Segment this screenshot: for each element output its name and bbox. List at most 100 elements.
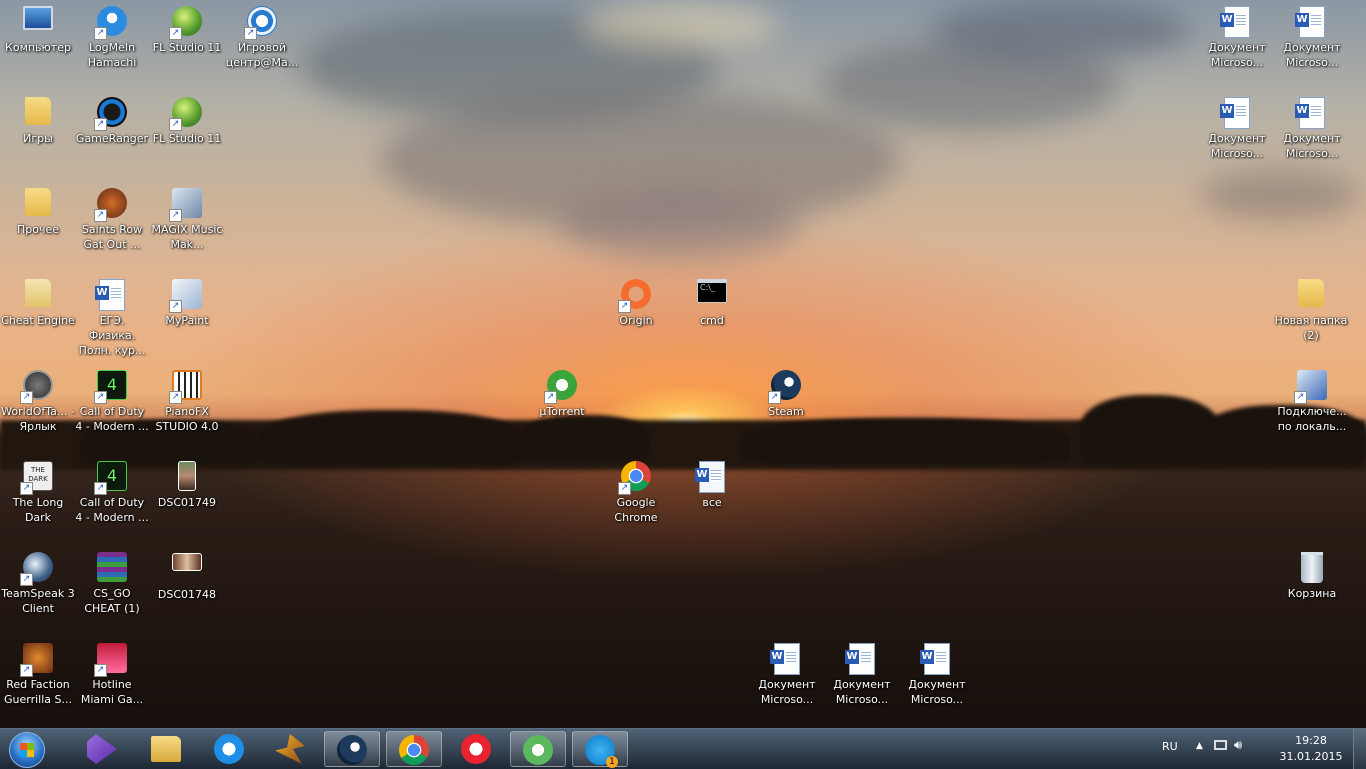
taskbar-internet-explorer[interactable] [201,731,257,767]
desktop-icon-word-doc[interactable]: Документ Microso... [824,637,900,707]
desktop-icon-the-long-dark[interactable]: THE DARK ↗ The Long Dark [0,455,76,525]
desktop-icon-saints-row[interactable]: ↗ Saints Row Gat Out ... [74,182,150,252]
volume-tray-icon[interactable]: 🔊︎ [1234,738,1242,753]
desktop-icon-csgo-cheat[interactable]: CS_GO CHEAT (1) [74,546,150,616]
desktop-icon-fl-studio-1[interactable]: ↗ FL Studio 11 [149,0,225,55]
desktop-icon-games-folder[interactable]: Игры [0,91,76,146]
desktop-icon-cmd[interactable]: C:\_ cmd [674,273,750,328]
icon-label: Прочее [16,223,60,236]
word-doc-icon [95,279,128,311]
magix-icon: ↗ [169,188,203,222]
taskbar-winamp[interactable] [262,731,318,767]
icon-label: MyPaint [165,314,209,327]
word-doc-icon [1295,6,1328,38]
skype-notification-badge: 1 [606,756,618,768]
desktop-icon-origin[interactable]: ↗ Origin [598,273,674,328]
taskbar-utorrent[interactable] [510,731,566,767]
cloud-decoration [930,0,1190,60]
show-desktop-button[interactable] [1353,729,1366,769]
icon-label: Подключе... по локаль... [1277,405,1347,433]
desktop-icon-pianofx[interactable]: ↗ PianoFX STUDIO 4.0 [149,364,225,434]
taskbar-steam[interactable] [324,731,380,767]
desktop-icon-word-doc[interactable]: Документ Microso... [1199,0,1275,70]
fl-studio-icon: ↗ [169,97,203,131]
icon-label: FL Studio 11 [152,41,222,54]
taskbar-chrome[interactable] [386,731,442,767]
icon-label: все [702,496,722,509]
desktop-icon-dsc01749[interactable]: DSC01749 [149,455,225,510]
explorer-icon [151,736,181,762]
icon-label: The Long Dark [12,496,64,524]
pianofx-icon: ↗ [169,370,203,404]
icon-label: cmd [700,314,724,327]
desktop-icon-word-doc[interactable]: Документ Microso... [1274,91,1350,161]
show-hidden-icons-button[interactable]: ▲ [1196,741,1203,751]
icon-label: Новая папка (2) [1274,314,1348,342]
winamp-icon [275,734,305,764]
icon-label: DSC01748 [157,588,217,601]
clock-time[interactable]: 19:28 [1281,734,1341,747]
desktop-icon-other-folder[interactable]: Прочее [0,182,76,237]
desktop-icon-ege-physics[interactable]: ЕГЭ. Физика. Полн. кур... [74,273,150,358]
desktop-icon-word-doc[interactable]: Документ Microso... [1199,91,1275,161]
world-of-tanks-icon: ↗ [20,370,54,404]
word-doc-icon [1220,6,1253,38]
clock-date[interactable]: 31.01.2015 [1271,750,1351,763]
desktop-icon-game-center[interactable]: ↗ Игровой центр@Ма... [224,0,300,70]
desktop-icon-hotline-miami[interactable]: ↗ Hotline Miami Ga... [74,637,150,707]
icon-label: WorldOfTa... - Ярлык [1,405,75,433]
icon-label: FL Studio 11 [152,132,222,145]
desktop-icon-recycle-bin[interactable]: Корзина [1274,546,1350,601]
desktop-icon-mypaint[interactable]: ↗ MyPaint [149,273,225,328]
tree-decoration [520,415,650,460]
desktop-icon-utorrent[interactable]: ↗ µTorrent [524,364,600,419]
icon-label: Документ Microso... [1283,132,1341,160]
photo-icon [171,553,203,585]
desktop-icon-word-doc[interactable]: Документ Microso... [1274,0,1350,70]
desktop-icon-world-of-tanks[interactable]: ↗ WorldOfTa... - Ярлык [0,364,76,434]
icon-label: Hotline Miami Ga... [80,678,144,706]
taskbar-skype[interactable]: 1 [572,731,628,768]
desktop-icon-network-connection[interactable]: ↗ Подключе... по локаль... [1274,364,1350,434]
desktop-icon-magix[interactable]: ↗ MAGIX Music Mak... [149,182,225,252]
desktop-icon-red-faction[interactable]: ↗ Red Faction Guerrilla S... [0,637,76,707]
taskbar-visual-studio[interactable] [74,731,130,767]
document-icon [695,461,728,493]
icon-label: Игровой центр@Ма... [225,41,299,69]
desktop-icon-word-doc[interactable]: Документ Microso... [899,637,975,707]
icon-label: Call of Duty 4 - Modern ... [75,405,149,433]
desktop-icon-fl-studio-2[interactable]: ↗ FL Studio 11 [149,91,225,146]
start-button[interactable] [3,730,51,768]
cmd-icon: C:\_ [696,279,728,311]
desktop-icon-word-doc[interactable]: Документ Microso... [749,637,825,707]
network-tray-icon[interactable] [1214,740,1227,750]
chrome-icon [399,735,429,765]
desktop-icon-new-folder[interactable]: Новая папка (2) [1273,273,1349,343]
desktop-icon-steam[interactable]: ↗ Steam [748,364,824,419]
desktop-icon-teamspeak[interactable]: ↗ TeamSpeak 3 Client [0,546,76,616]
red-faction-icon: ↗ [20,643,54,677]
photo-icon [171,461,203,493]
taskbar-yandex-browser[interactable] [448,731,504,767]
desktop-icon-computer[interactable]: Компьютер [0,0,76,55]
hotline-miami-icon: ↗ [94,643,128,677]
desktop-icon-gameranger[interactable]: ↗ GameRanger [74,91,150,146]
icon-label: Документ Microso... [1208,132,1266,160]
saints-row-icon: ↗ [94,188,128,222]
language-indicator[interactable]: RU [1162,740,1178,753]
desktop-icon-vse[interactable]: все [674,455,750,510]
desktop-icon-hamachi[interactable]: ↗ LogMeIn Hamachi [74,0,150,70]
icon-label: LogMeIn Hamachi [87,41,137,69]
desktop-icon-call-of-duty-2[interactable]: 4 ↗ Call of Duty 4 - Modern ... [74,455,150,525]
desktop-icon-cheat-engine[interactable]: Cheat Engine [0,273,76,328]
taskbar-explorer[interactable] [138,731,194,767]
winrar-archive-icon [96,552,128,584]
desktop-icon-chrome[interactable]: ↗ Google Chrome [598,455,674,525]
call-of-duty-icon: 4 ↗ [94,461,128,495]
desktop-wallpaper[interactable]: Компьютер Игры Прочее Cheat Engine ↗ Wor… [0,0,1366,728]
desktop-icon-call-of-duty-1[interactable]: 4 ↗ Call of Duty 4 - Modern ... [74,364,150,434]
word-doc-icon [770,643,803,675]
desktop-icon-dsc01748[interactable]: DSC01748 [149,546,225,602]
tree-decoration [740,418,1070,463]
network-connection-icon: ↗ [1294,370,1328,404]
